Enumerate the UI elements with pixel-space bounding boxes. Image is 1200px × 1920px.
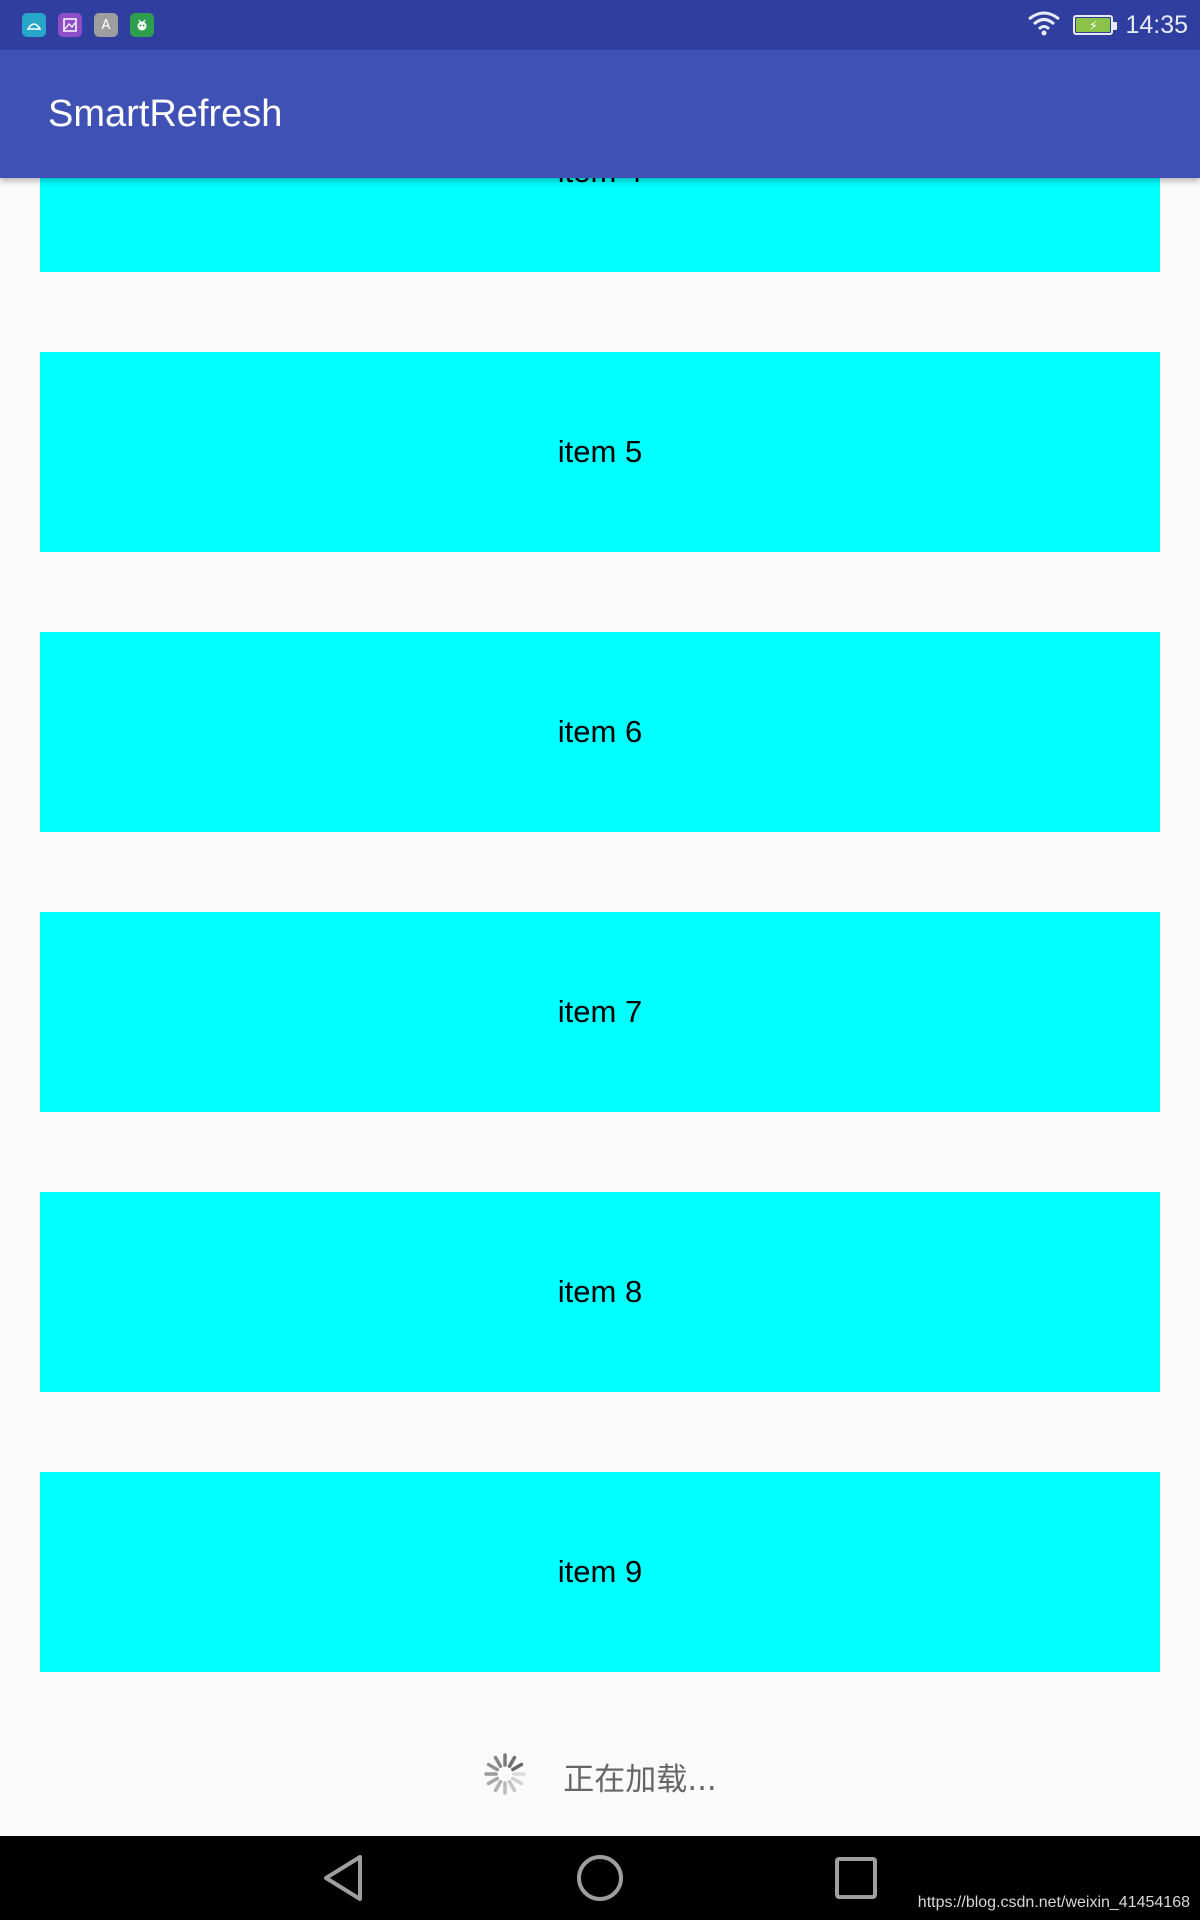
home-circle-icon[interactable] [570, 1848, 630, 1908]
list-item-label: item 8 [557, 1274, 643, 1309]
loading-spinner-icon [483, 1752, 527, 1801]
spinner-spoke [507, 1779, 517, 1792]
spinner-spoke [493, 1755, 503, 1768]
phone-screen: A ⚡ 14:35 SmartRefresh item 5 item 6 ite… [0, 0, 1200, 1920]
refresh-list[interactable]: item 4 item 5 item 6 item 7 item 8 item … [0, 0, 1200, 1836]
list-item[interactable]: item 5 [40, 352, 1160, 552]
spinner-spoke [487, 1762, 500, 1771]
back-triangle-icon[interactable] [314, 1848, 374, 1908]
spinner-spoke [511, 1762, 524, 1771]
load-more-footer: 正在加载... [0, 1716, 1200, 1836]
list-item[interactable]: item 7 [40, 912, 1160, 1112]
status-time: 14:35 [1125, 10, 1188, 39]
list-item-label: item 7 [557, 994, 643, 1029]
app-title: SmartRefresh [48, 93, 283, 135]
list-item-label: item 9 [557, 1554, 643, 1589]
gallery-icon [58, 13, 82, 37]
notification-icons: A [22, 13, 154, 37]
status-bar: A ⚡ 14:35 [0, 0, 1200, 50]
list-item[interactable]: item 6 [40, 632, 1160, 832]
app-toolbar: SmartRefresh [0, 50, 1200, 178]
list-item[interactable]: item 9 [40, 1472, 1160, 1672]
list-item-label: item 6 [557, 714, 643, 749]
battery-charging-icon: ⚡ [1073, 15, 1118, 35]
spinner-spoke [487, 1776, 500, 1785]
list-item-label: item 5 [557, 434, 643, 469]
recent-square-icon[interactable] [826, 1848, 886, 1908]
robot-app-icon [130, 13, 154, 37]
wifi-icon [1027, 10, 1061, 41]
list-item[interactable]: item 8 [40, 1192, 1160, 1392]
keyboard-a-icon: A [94, 13, 118, 37]
loading-text: 正在加载... [563, 1761, 717, 1798]
spinner-spoke [507, 1755, 517, 1768]
spinner-spoke [511, 1776, 524, 1785]
status-right: ⚡ 14:35 [1027, 0, 1188, 50]
watermark-url: https://blog.csdn.net/weixin_41454168 [917, 1894, 1190, 1911]
android-studio-icon [22, 13, 46, 37]
spinner-spoke [493, 1779, 503, 1792]
